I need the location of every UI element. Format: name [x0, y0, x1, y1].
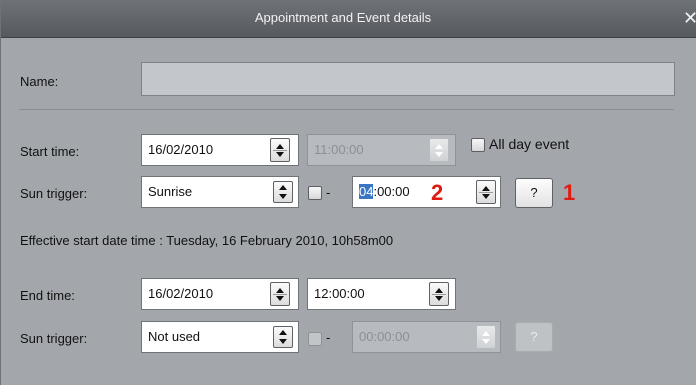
all-day-checkbox[interactable] [471, 138, 485, 152]
spin-down-icon [435, 152, 443, 157]
spin-up-icon [435, 288, 443, 293]
dialog-title: Appointment and Event details [254, 10, 432, 25]
end-sun-trigger-select[interactable]: Not used [141, 321, 299, 353]
end-offset-checkbox[interactable] [308, 332, 322, 346]
end-date-value: 16/02/2010 [148, 286, 214, 301]
spin-down-icon [435, 296, 443, 301]
start-date-value: 16/02/2010 [148, 142, 214, 157]
end-time-label: End time: [20, 288, 75, 303]
spin-up-icon [482, 186, 490, 191]
end-offset-sign: - [326, 330, 331, 345]
spin-up-icon [276, 144, 284, 149]
spin-up-icon [435, 144, 443, 149]
start-sun-trigger-select[interactable]: Sunrise [141, 176, 299, 208]
spin-up-icon [276, 288, 284, 293]
start-sun-trigger-label: Sun trigger: [20, 186, 88, 201]
start-help-button[interactable]: ? [515, 178, 553, 208]
separator [19, 109, 674, 110]
end-time-value: 12:00:00 [314, 286, 365, 301]
start-time-value: 11:00:00 [314, 142, 364, 157]
spin-down-icon [482, 194, 490, 199]
all-day-label: All day event [489, 136, 570, 152]
start-sun-trigger-value: Sunrise [148, 184, 193, 199]
start-offset-checkbox[interactable] [308, 186, 322, 200]
start-date-spinner[interactable] [270, 138, 290, 162]
end-time-spinner[interactable] [429, 282, 449, 306]
end-offset-spinner[interactable] [476, 325, 496, 349]
name-label: Name: [20, 74, 59, 89]
spin-down-icon [482, 339, 490, 344]
title-bar: Appointment and Event details ✕ [1, 0, 696, 38]
annotation-marker-2: 2 [431, 180, 444, 205]
select-arrows-icon [273, 181, 293, 203]
end-date-spinner[interactable] [270, 282, 290, 306]
appointment-dialog: Appointment and Event details ✕ Name: St… [0, 0, 696, 385]
end-sun-trigger-label: Sun trigger: [20, 331, 88, 346]
spin-up-icon [482, 331, 490, 336]
start-offset-spinner[interactable] [476, 180, 496, 204]
start-offset-sign: - [326, 185, 331, 200]
start-offset-rest: :00:00 [373, 184, 410, 199]
end-help-button[interactable]: ? [515, 322, 553, 352]
name-input[interactable] [141, 62, 675, 96]
annotation-marker-1: 1 [563, 180, 576, 205]
start-time-spinner[interactable] [429, 138, 449, 162]
end-offset-value: 00:00:00 [359, 329, 410, 344]
close-icon[interactable]: ✕ [683, 8, 696, 28]
end-sun-trigger-value: Not used [148, 329, 201, 344]
select-arrows-icon [273, 326, 293, 348]
spin-down-icon [276, 296, 284, 301]
effective-start-text: Effective start date time : Tuesday, 16 … [20, 233, 394, 248]
spin-down-icon [276, 152, 284, 157]
start-time-label: Start time: [20, 144, 80, 159]
start-offset-hours: 04 [359, 184, 374, 199]
